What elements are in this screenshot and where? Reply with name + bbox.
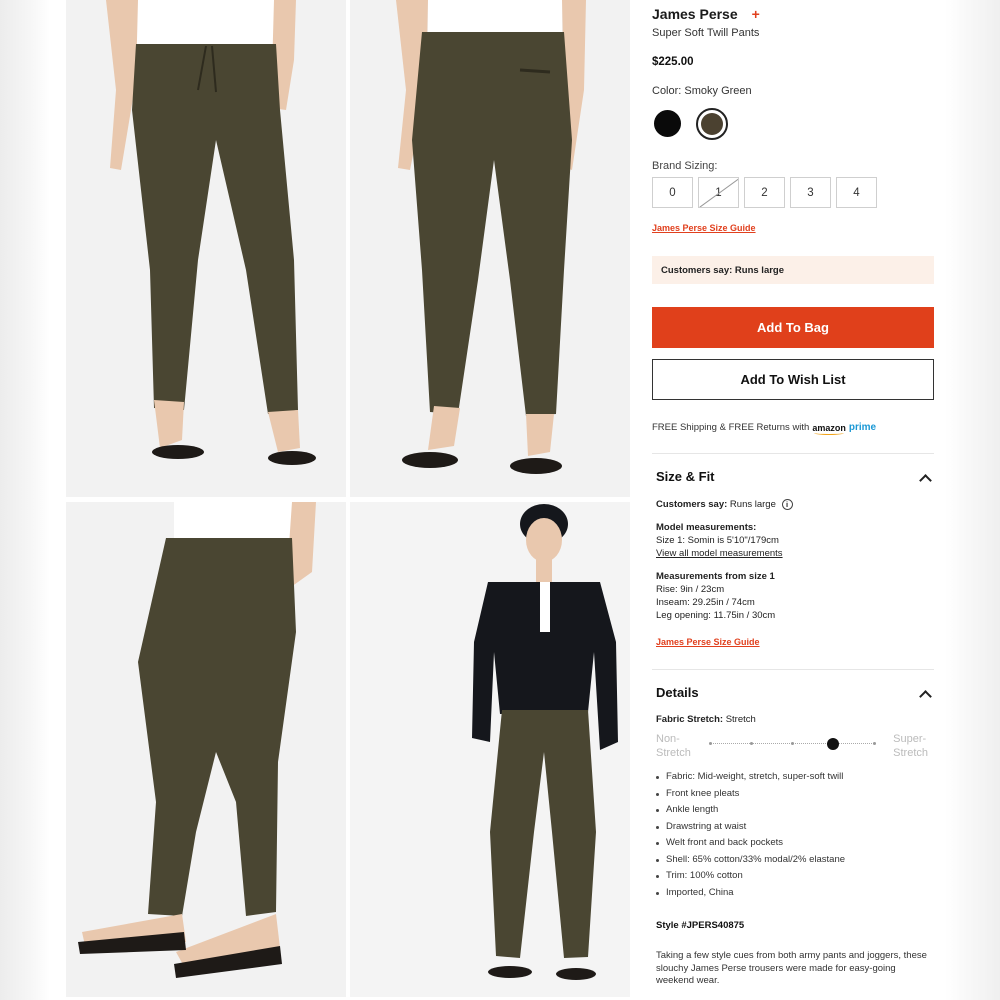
details-bullet: Drawstring at waist — [656, 821, 845, 838]
measurements-heading: Measurements from size 1 — [656, 571, 775, 582]
size-fit-guide-row: James Perse Size Guide — [656, 636, 760, 649]
stretch-left-line1: Non- — [656, 733, 680, 745]
fabric-stretch: Fabric Stretch: Stretch — [656, 713, 756, 726]
swatch-fill — [701, 113, 723, 135]
details-bullet: Welt front and back pockets — [656, 837, 845, 854]
chevron-up-icon[interactable] — [919, 690, 932, 703]
product-photo-side[interactable] — [66, 502, 346, 997]
stretch-scale-left-label: Non- Stretch — [656, 732, 691, 760]
page-margin-right — [945, 0, 1000, 1000]
details-heading[interactable]: Details — [656, 685, 699, 700]
page-margin-left — [0, 0, 50, 1000]
model-view-illustration — [350, 502, 630, 997]
brand-row: James Perse + — [652, 6, 760, 22]
stretch-right-line2: Stretch — [893, 747, 928, 759]
customers-say-value: Runs large — [729, 499, 776, 510]
product-photo-back[interactable] — [350, 0, 630, 497]
product-detail-panel: James Perse + Super Soft Twill Pants $22… — [652, 0, 934, 1000]
stretch-scale-track — [708, 738, 876, 750]
stretch-tick — [749, 742, 753, 745]
brand-sizing-label: Brand Sizing: — [652, 160, 718, 172]
side-view-illustration — [66, 502, 346, 997]
stretch-scale-right-label: Super- Stretch — [893, 732, 928, 760]
model-measurements: Model measurements: Size 1: Somin is 5'1… — [656, 521, 783, 560]
stretch-left-line2: Stretch — [656, 747, 691, 759]
stretch-selected-dot — [827, 738, 839, 750]
amazon-logo: amazon — [812, 422, 846, 435]
color-swatches — [654, 108, 728, 140]
product-photo-front[interactable] — [66, 0, 346, 497]
product-name: Super Soft Twill Pants — [652, 27, 760, 39]
measurements-from-size: Measurements from size 1 Rise: 9in / 23c… — [656, 570, 775, 622]
details-bullet: Front knee pleats — [656, 788, 845, 805]
fabric-stretch-value: Stretch — [725, 714, 756, 725]
shipping-info: FREE Shipping & FREE Returns with amazon… — [652, 422, 877, 435]
size-fit-heading[interactable]: Size & Fit — [656, 469, 715, 484]
follow-brand-plus-icon[interactable]: + — [752, 6, 760, 22]
details-bullet: Shell: 65% cotton/33% modal/2% elastane — [656, 854, 845, 871]
product-photo-model[interactable] — [350, 502, 630, 997]
measurement-inseam: Inseam: 29.25in / 74cm — [656, 597, 755, 608]
back-view-illustration — [350, 0, 630, 497]
color-swatch-black[interactable] — [654, 110, 681, 137]
size-guide-link[interactable]: James Perse Size Guide — [652, 223, 756, 233]
details-bullet: Fabric: Mid-weight, stretch, super-soft … — [656, 771, 845, 788]
model-measurements-heading: Model measurements: — [656, 522, 757, 533]
fabric-stretch-label: Fabric Stretch: — [656, 714, 724, 725]
view-model-measurements-link[interactable]: View all model measurements — [656, 548, 783, 559]
customers-say-banner: Customers say: Runs large — [652, 256, 934, 284]
size-option-1-unavailable[interactable]: 1 — [698, 177, 739, 208]
details-bullet: Ankle length — [656, 804, 845, 821]
details-bullet-list: Fabric: Mid-weight, stretch, super-soft … — [656, 771, 845, 903]
brand-name[interactable]: James Perse — [652, 6, 738, 22]
color-swatch-smoky-green[interactable] — [696, 108, 728, 140]
size-option-3[interactable]: 3 — [790, 177, 831, 208]
size-option-2[interactable]: 2 — [744, 177, 785, 208]
front-view-illustration — [66, 0, 346, 497]
customers-say-label: Customers say: — [656, 499, 728, 510]
size-option-0[interactable]: 0 — [652, 177, 693, 208]
stretch-tick — [872, 742, 876, 745]
stretch-tick — [790, 742, 794, 745]
divider — [652, 669, 934, 670]
info-icon[interactable]: i — [781, 498, 793, 510]
stretch-scale: Non- Stretch Super- Stretch — [656, 732, 934, 762]
product-price: $225.00 — [652, 56, 694, 68]
chevron-up-icon[interactable] — [919, 474, 932, 487]
shipping-text: FREE Shipping & FREE Returns with — [652, 422, 810, 433]
details-bullet: Trim: 100% cotton — [656, 870, 845, 887]
size-fit-guide-link[interactable]: James Perse Size Guide — [656, 637, 760, 647]
stretch-tick — [708, 742, 712, 745]
model-size: Size 1: Somin is 5'10"/179cm — [656, 535, 779, 546]
add-to-wish-list-button[interactable]: Add To Wish List — [652, 359, 934, 400]
measurement-leg-opening: Leg opening: 11.75in / 30cm — [656, 610, 776, 621]
color-label: Color: Smoky Green — [652, 85, 752, 97]
product-description: Taking a few style cues from both army p… — [656, 950, 927, 986]
size-selector: 0 1 2 3 4 — [652, 177, 877, 208]
measurement-rise: Rise: 9in / 23cm — [656, 584, 725, 595]
size-fit-customers-say: Customers say: Runs large i — [656, 498, 793, 511]
stretch-right-line1: Super- — [893, 733, 927, 745]
prime-logo: prime — [848, 422, 877, 433]
details-bullet: Imported, China — [656, 887, 845, 904]
size-option-4[interactable]: 4 — [836, 177, 877, 208]
divider — [652, 453, 934, 454]
add-to-bag-button[interactable]: Add To Bag — [652, 307, 934, 348]
style-number: Style #JPERS40875 — [656, 920, 745, 931]
